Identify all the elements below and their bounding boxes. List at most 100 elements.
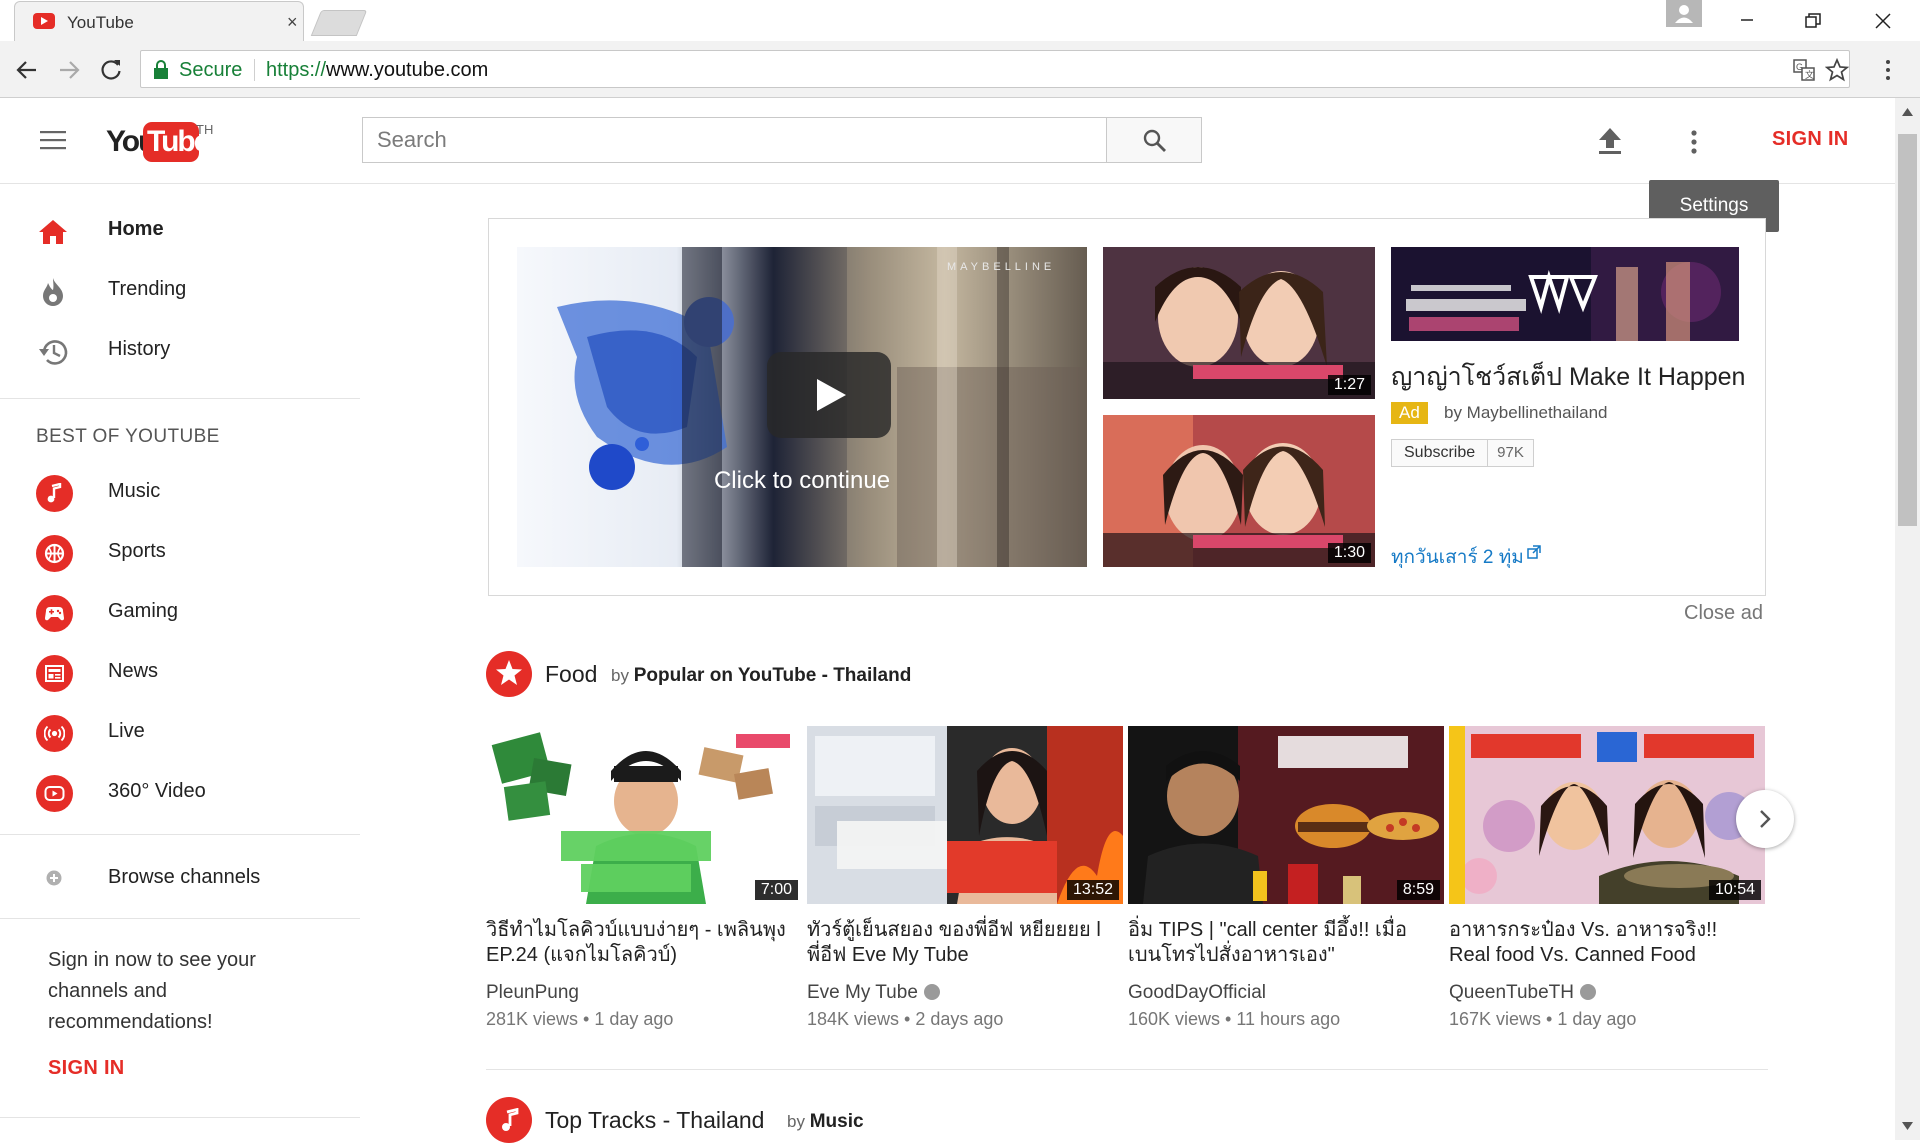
- new-tab-button[interactable]: [310, 10, 368, 36]
- window-minimize-icon[interactable]: [1730, 6, 1764, 34]
- video-card[interactable]: 7:00 วิธีทำไมโลคิวบ์แบบง่ายๆ - เพลินพุง …: [486, 726, 802, 1029]
- sidebar-item-browse-channels[interactable]: Browse channels: [0, 852, 360, 904]
- ad-external-link[interactable]: ทุกวันเสาร์ 2 ทุ่ม: [1391, 542, 1541, 572]
- sidebar-item-label: Gaming: [108, 600, 179, 622]
- live-broadcast-icon: [36, 715, 73, 752]
- ad-banner-image[interactable]: [1391, 247, 1739, 341]
- sidebar-item-live[interactable]: Live: [0, 706, 360, 758]
- translate-icon[interactable]: G文: [1793, 59, 1815, 81]
- video-duration: 7:00: [754, 880, 798, 900]
- video-title[interactable]: วิธีทำไมโลคิวบ์แบบง่ายๆ - เพลินพุง EP.24…: [486, 918, 796, 968]
- page-scrollbar[interactable]: [1895, 98, 1920, 1140]
- more-options-icon[interactable]: [1688, 128, 1700, 156]
- shelf-title[interactable]: Food: [545, 661, 597, 688]
- video-card[interactable]: 13:52 ทัวร์ตู้เย็นสยอง ของพี่อีฟ หยียยยย…: [807, 726, 1123, 1029]
- channel-name[interactable]: PleunPung: [486, 982, 579, 1004]
- ad-link-text: ทุกวันเสาร์ 2 ทุ่ม: [1391, 547, 1524, 568]
- video-thumbnail[interactable]: 8:59: [1128, 726, 1444, 904]
- channel-name[interactable]: GoodDayOfficial: [1128, 982, 1266, 1004]
- verified-check-icon: [923, 984, 940, 1000]
- sidebar-item-music[interactable]: Music: [0, 466, 360, 518]
- window-restore-icon[interactable]: [1796, 6, 1830, 34]
- newspaper-icon: [36, 655, 73, 692]
- sidebar-item-360-video[interactable]: 360° Video: [0, 766, 360, 818]
- url-scheme: https://: [266, 59, 327, 81]
- video-card[interactable]: 8:59 อิ่ม TIPS | "call center มีอึ้ง!! เ…: [1128, 726, 1444, 1029]
- browser-menu-icon[interactable]: [1882, 57, 1894, 83]
- ad-subscribe-button[interactable]: Subscribe 97K: [1391, 439, 1534, 467]
- shelf-by: by Music: [787, 1111, 864, 1133]
- channel-name-text: QueenTubeTH: [1449, 982, 1574, 1003]
- sidebar-item-sports[interactable]: Sports: [0, 526, 360, 578]
- shelf-title[interactable]: Top Tracks - Thailand: [545, 1107, 764, 1134]
- video-title[interactable]: ทัวร์ตู้เย็นสยอง ของพี่อีฟ หยียยยย l พี่…: [807, 918, 1117, 968]
- shelf-by-name[interactable]: Music: [810, 1111, 864, 1132]
- ad-banner-graphic: [1391, 247, 1739, 341]
- video-title[interactable]: อิ่ม TIPS | "call center มีอึ้ง!! เมื่อเ…: [1128, 918, 1438, 968]
- region-code: TH: [196, 122, 214, 137]
- video-card[interactable]: 10:54 อาหารกระป๋อง Vs. อาหารจริง!! Real …: [1449, 726, 1765, 1029]
- external-link-icon: [1527, 545, 1541, 559]
- video-thumbnail[interactable]: 10:54: [1449, 726, 1765, 904]
- shelf-by: by Popular on YouTube - Thailand: [611, 665, 911, 687]
- tab-title: YouTube: [67, 13, 134, 32]
- sidebar-divider: [0, 398, 360, 399]
- star-icon[interactable]: [486, 651, 532, 697]
- music-note-icon: [36, 475, 73, 512]
- search-input[interactable]: [362, 117, 1107, 163]
- youtube-logo[interactable]: You Tube: [106, 122, 210, 166]
- masthead: You Tube TH SIGN IN: [0, 98, 1895, 184]
- bookmark-star-icon[interactable]: [1825, 58, 1849, 82]
- video-duration: 1:27: [1327, 375, 1371, 395]
- reload-icon[interactable]: [98, 57, 124, 83]
- address-bar[interactable]: Secure https://www.youtube.com G文: [140, 50, 1850, 88]
- sports-ball-icon: [36, 535, 73, 572]
- url-text[interactable]: https://www.youtube.com: [266, 59, 488, 82]
- sign-in-button[interactable]: SIGN IN: [1772, 128, 1849, 151]
- channel-name[interactable]: QueenTubeTH: [1449, 982, 1596, 1004]
- sidebar: Home Trending History BEST OF YOUTUBE Mu…: [0, 185, 360, 1140]
- forward-arrow-icon[interactable]: [56, 57, 82, 83]
- sidebar-sign-in-button[interactable]: SIGN IN: [48, 1057, 125, 1080]
- lock-icon: [154, 60, 168, 79]
- close-ad-button[interactable]: Close ad: [1684, 602, 1763, 625]
- sidebar-item-history[interactable]: History: [0, 324, 360, 376]
- search-button[interactable]: [1106, 117, 1202, 163]
- youtube-favicon-icon: [33, 13, 55, 29]
- back-arrow-icon[interactable]: [14, 57, 40, 83]
- sidebar-item-trending[interactable]: Trending: [0, 264, 360, 316]
- shelf-by-name[interactable]: Popular on YouTube - Thailand: [634, 665, 912, 686]
- scroll-up-arrow-icon[interactable]: [1902, 108, 1913, 116]
- play-button[interactable]: [767, 352, 891, 438]
- sidebar-item-label: 360° Video: [108, 780, 206, 802]
- window-close-icon[interactable]: [1866, 6, 1900, 34]
- music-note-icon[interactable]: [486, 1097, 532, 1143]
- ad-video-player[interactable]: MAYBELLINE Click to continue: [517, 247, 1087, 567]
- shelf-next-button[interactable]: [1736, 790, 1794, 848]
- video-title[interactable]: อาหารกระป๋อง Vs. อาหารจริง!! Real food V…: [1449, 918, 1759, 968]
- sidebar-item-home[interactable]: Home: [0, 204, 360, 256]
- profile-avatar-icon[interactable]: [1666, 0, 1702, 27]
- scroll-down-arrow-icon[interactable]: [1902, 1122, 1913, 1130]
- channel-name[interactable]: Eve My Tube: [807, 982, 940, 1004]
- ad-thumbnail-2[interactable]: 1:30: [1103, 415, 1375, 567]
- browser-tab[interactable]: YouTube ×: [14, 1, 304, 41]
- scrollbar-thumb[interactable]: [1898, 134, 1917, 526]
- sidebar-item-news[interactable]: News: [0, 646, 360, 698]
- ad-thumbnail-1[interactable]: 1:27: [1103, 247, 1375, 399]
- chevron-right-icon: [1760, 810, 1771, 828]
- tab-close-icon[interactable]: ×: [287, 13, 298, 31]
- thumbnail-image: [486, 726, 802, 904]
- click-to-continue-text[interactable]: Click to continue: [517, 467, 1087, 495]
- ad-badge: Ad: [1391, 402, 1428, 424]
- ad-title[interactable]: ญาญ่าโชว์สเต็ป Make It Happen: [1391, 357, 1745, 397]
- hamburger-menu-icon[interactable]: [38, 128, 68, 152]
- sidebar-item-gaming[interactable]: Gaming: [0, 586, 360, 638]
- upload-icon[interactable]: [1596, 126, 1624, 156]
- video-thumbnail[interactable]: 7:00: [486, 726, 802, 904]
- ad-advertiser[interactable]: by Maybellinethailand: [1444, 403, 1608, 423]
- shelf-by-prefix: by: [611, 666, 629, 685]
- address-separator: [254, 59, 255, 81]
- verified-check-icon: [1579, 984, 1596, 1000]
- video-thumbnail[interactable]: 13:52: [807, 726, 1123, 904]
